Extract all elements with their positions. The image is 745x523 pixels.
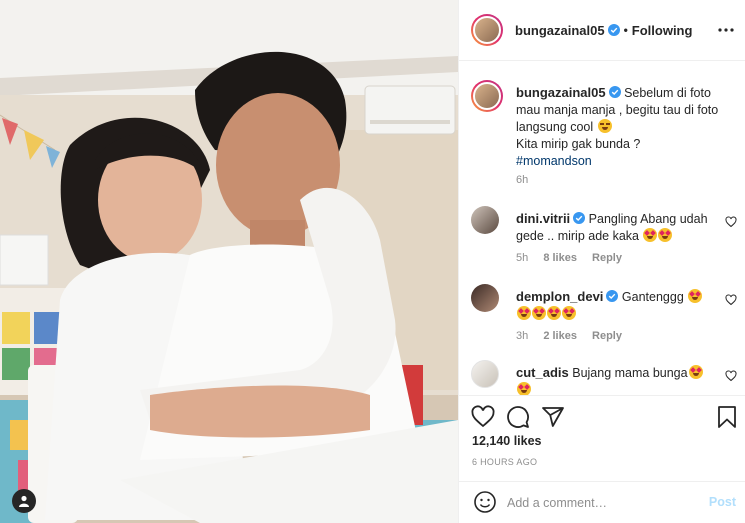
reply-button[interactable]: Reply bbox=[592, 330, 622, 342]
avatar-image bbox=[473, 82, 501, 110]
verified-badge-icon bbox=[606, 290, 619, 302]
following-button[interactable]: Following bbox=[632, 23, 693, 38]
share-icon[interactable] bbox=[541, 405, 565, 429]
star-struck-emoji-icon bbox=[688, 289, 703, 303]
comment-text: Bujang mama bunga bbox=[572, 366, 688, 380]
star-struck-emoji-icon bbox=[688, 365, 703, 379]
comments-list[interactable]: bungazainal05 Sebelum di foto mau manja … bbox=[459, 62, 745, 395]
heart-small-icon[interactable] bbox=[725, 370, 737, 382]
add-comment-bar: Post bbox=[459, 481, 745, 523]
comment-username[interactable]: cut_adis bbox=[516, 365, 569, 380]
avatar-image bbox=[473, 16, 501, 44]
heart-small-icon[interactable] bbox=[725, 216, 737, 228]
verified-badge-icon bbox=[573, 212, 586, 224]
comment-icon[interactable] bbox=[506, 405, 530, 429]
heart-icon[interactable] bbox=[471, 405, 495, 429]
comment-meta: 5h 8 likes Reply bbox=[516, 252, 634, 264]
post-actions: 12,140 likes 6 HOURS AGO bbox=[459, 395, 745, 485]
separator-dot: • bbox=[623, 23, 628, 37]
comment-body: demplon_devi Gantenggg bbox=[516, 288, 712, 323]
star-struck-emoji-icon bbox=[562, 306, 576, 320]
post-side-panel: bungazainal05 • Following bungazainal05 … bbox=[458, 0, 745, 523]
comment-body: dini.vitrii Pangling Abang udah gede .. … bbox=[516, 210, 712, 245]
user-tag-button[interactable] bbox=[12, 489, 36, 513]
comment-username[interactable]: demplon_devi bbox=[516, 289, 603, 304]
author-username[interactable]: bungazainal05 bbox=[515, 23, 605, 38]
verified-badge-icon bbox=[607, 24, 620, 36]
caption-username[interactable]: bungazainal05 bbox=[516, 85, 606, 100]
commenter-avatar[interactable] bbox=[471, 284, 499, 312]
star-struck-emoji-icon bbox=[517, 306, 531, 320]
reply-button[interactable]: Reply bbox=[592, 252, 622, 264]
comment-username[interactable]: dini.vitrii bbox=[516, 211, 570, 226]
comment-meta: 3h 2 likes Reply bbox=[516, 330, 634, 342]
star-struck-emoji-icon bbox=[643, 228, 658, 242]
star-struck-emoji-icon bbox=[532, 306, 546, 320]
caption-author-avatar[interactable] bbox=[471, 80, 503, 112]
post-comment-button[interactable]: Post bbox=[709, 495, 736, 509]
comment-time: 5h bbox=[516, 252, 529, 264]
hashtag-link[interactable]: #momandson bbox=[516, 154, 592, 168]
save-bookmark-icon[interactable] bbox=[715, 405, 739, 429]
comment-text: Gantenggg bbox=[621, 290, 684, 304]
user-tag-icon bbox=[19, 495, 29, 507]
header-user: bungazainal05 • Following bbox=[515, 23, 692, 38]
caption-text: bungazainal05 Sebelum di foto mau manja … bbox=[516, 84, 731, 170]
commenter-avatar[interactable] bbox=[471, 360, 499, 388]
author-avatar[interactable] bbox=[471, 14, 503, 46]
star-struck-emoji-icon bbox=[517, 382, 531, 395]
heart-small-icon[interactable] bbox=[725, 294, 737, 306]
add-comment-input[interactable] bbox=[507, 492, 697, 514]
post-timestamp: 6 HOURS AGO bbox=[472, 457, 538, 467]
comment-likes[interactable]: 8 likes bbox=[543, 252, 577, 264]
verified-badge-icon bbox=[608, 86, 621, 98]
post-photo[interactable] bbox=[0, 0, 458, 523]
like-count[interactable]: 12,140 likes bbox=[472, 434, 542, 448]
caption-line-2: Kita mirip gak bunda ? bbox=[516, 137, 641, 151]
comment-body: cut_adis Bujang mama bunga bbox=[516, 364, 712, 395]
star-struck-emoji-icon bbox=[658, 228, 673, 242]
more-options-icon[interactable] bbox=[716, 22, 736, 38]
comment-time: 3h bbox=[516, 330, 529, 342]
comment-likes[interactable]: 2 likes bbox=[543, 330, 577, 342]
star-struck-emoji-icon bbox=[547, 306, 561, 320]
post-header: bungazainal05 • Following bbox=[459, 0, 745, 61]
emoji-smile-icon[interactable] bbox=[473, 490, 497, 514]
photo-illustration bbox=[0, 0, 458, 523]
caption-time: 6h bbox=[516, 174, 529, 186]
laughing-emoji-icon bbox=[597, 119, 612, 133]
commenter-avatar[interactable] bbox=[471, 206, 499, 234]
